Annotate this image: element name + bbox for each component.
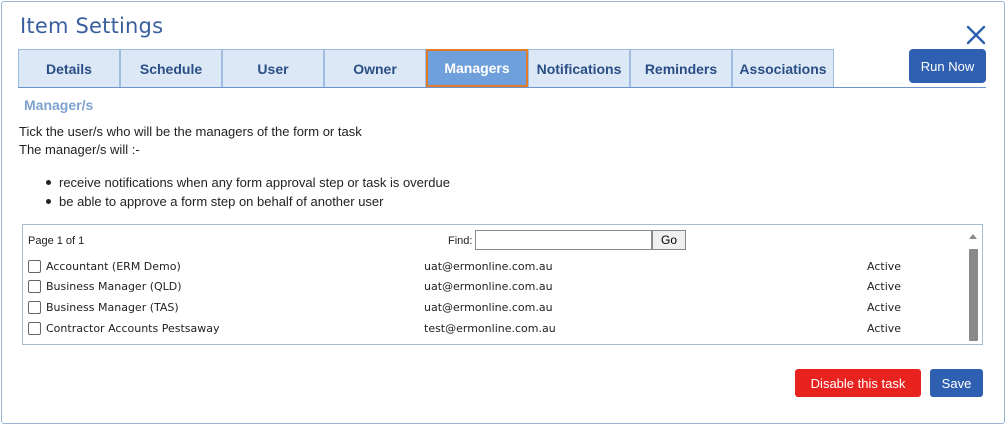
tab-bar: Details Schedule User Owner Managers Not… — [18, 49, 834, 88]
manager-checkbox[interactable] — [28, 260, 41, 273]
manager-checkbox[interactable] — [28, 280, 41, 293]
disable-task-button[interactable]: Disable this task — [795, 369, 921, 397]
find-label: Find: — [448, 235, 473, 247]
tab-notifications[interactable]: Notifications — [528, 49, 630, 87]
user-email: uat@ermonline.com.au — [424, 280, 553, 293]
tab-schedule[interactable]: Schedule — [120, 49, 222, 87]
table-row: Business Manager (TAS) uat@ermonline.com… — [28, 297, 963, 317]
managers-grid: Page 1 of 1 Find: Go Accountant (ERM Dem… — [22, 224, 983, 345]
bullet-list: receive notifications when any form appr… — [46, 173, 450, 211]
tab-associations[interactable]: Associations — [732, 49, 834, 87]
user-name: Accountant (ERM Demo) — [46, 260, 181, 273]
find-input[interactable] — [475, 230, 652, 250]
user-status: Active — [867, 280, 902, 293]
manager-checkbox[interactable] — [28, 322, 41, 335]
save-button[interactable]: Save — [930, 369, 983, 397]
go-button[interactable]: Go — [652, 230, 686, 250]
user-status: Active — [867, 322, 902, 335]
dialog-title: Item Settings — [20, 14, 164, 38]
user-email: test@ermonline.com.au — [424, 322, 556, 335]
section-title: Manager/s — [24, 97, 94, 113]
user-name: Business Manager (QLD) — [46, 280, 182, 293]
run-now-button[interactable]: Run Now — [909, 49, 986, 83]
bullet-item: be able to approve a form step on behalf… — [46, 192, 450, 211]
user-email: uat@ermonline.com.au — [424, 260, 553, 273]
tabs-divider — [18, 87, 986, 88]
tab-owner[interactable]: Owner — [324, 49, 426, 87]
scroll-thumb[interactable] — [969, 249, 978, 341]
scroll-up-icon[interactable] — [967, 231, 979, 241]
grid-scrollbar[interactable] — [967, 231, 979, 343]
description-line: Tick the user/s who will be the managers… — [19, 124, 362, 139]
tab-managers[interactable]: Managers — [426, 49, 528, 87]
user-name: Contractor Accounts Pestsaway — [46, 322, 220, 335]
table-row: Contractor Accounts Pestsaway test@ermon… — [28, 318, 963, 338]
user-status: Active — [867, 301, 902, 314]
close-icon[interactable] — [965, 24, 987, 46]
tab-user[interactable]: User — [222, 49, 324, 87]
pager-label: Page 1 of 1 — [28, 235, 85, 247]
user-email: uat@ermonline.com.au — [424, 301, 553, 314]
manager-checkbox[interactable] — [28, 301, 41, 314]
description-line: The manager/s will :- — [19, 142, 140, 157]
user-name: Business Manager (TAS) — [46, 301, 179, 314]
tab-reminders[interactable]: Reminders — [630, 49, 732, 87]
user-status: Active — [867, 260, 902, 273]
bullet-item: receive notifications when any form appr… — [46, 173, 450, 192]
table-row: Business Manager (QLD) uat@ermonline.com… — [28, 276, 963, 296]
table-row: Accountant (ERM Demo) uat@ermonline.com.… — [28, 256, 963, 276]
tab-details[interactable]: Details — [18, 49, 120, 87]
